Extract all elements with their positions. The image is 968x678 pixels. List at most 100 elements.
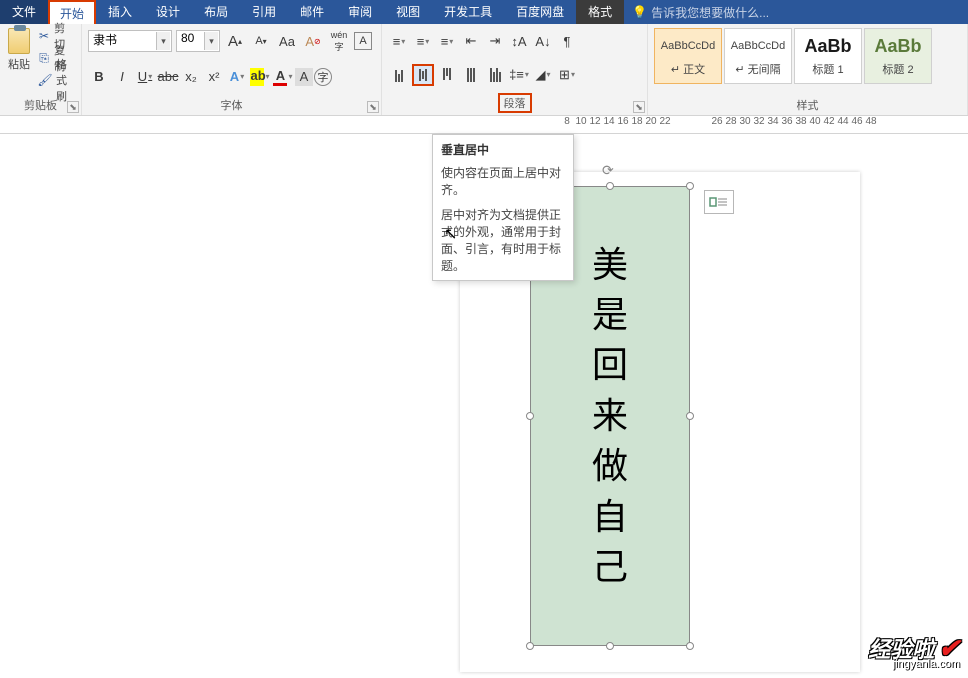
clear-format-button[interactable]: A⊘	[302, 30, 324, 52]
text-char: 回	[592, 340, 628, 390]
style-preview: AaBbCcDd	[661, 31, 715, 61]
style-preview: AaBb	[804, 31, 851, 61]
superscript-button[interactable]: x²	[203, 66, 225, 88]
style-preview: AaBb	[874, 31, 921, 61]
style-label: 标题 2	[882, 61, 913, 77]
line-spacing-button[interactable]: ‡≡▾	[508, 64, 530, 86]
tab-format[interactable]: 格式	[576, 0, 624, 24]
ruler-segment-1: 810121416182022	[560, 116, 672, 133]
style-label: ↵ 正文	[671, 61, 705, 77]
rotate-handle-icon[interactable]: ⟳	[602, 162, 618, 178]
align-justify-v-button[interactable]	[460, 64, 482, 86]
resize-handle[interactable]	[686, 182, 694, 190]
chevron-down-icon: ▾	[204, 32, 218, 50]
underline-button[interactable]: U▾	[134, 66, 156, 88]
format-painter-button[interactable]: 🖌 格式刷	[36, 70, 75, 90]
char-shading-button[interactable]: A	[295, 68, 313, 86]
italic-button[interactable]: I	[111, 66, 133, 88]
bulb-icon: 💡	[632, 5, 647, 19]
resize-handle[interactable]	[526, 412, 534, 420]
tab-file[interactable]: 文件	[0, 0, 48, 24]
clipboard-group-label: 剪贴板	[6, 97, 75, 115]
tab-references[interactable]: 引用	[240, 0, 288, 24]
tab-baidu[interactable]: 百度网盘	[504, 0, 576, 24]
ribbon-tabs: 文件 开始 插入 设计 布局 引用 邮件 审阅 视图 开发工具 百度网盘 格式 …	[0, 0, 968, 24]
font-name-select[interactable]: 隶书 ▾	[88, 30, 172, 52]
text-effects-button[interactable]: A▾	[226, 66, 248, 88]
cursor-icon: ↖	[444, 224, 457, 244]
tooltip-title: 垂直居中	[441, 141, 565, 158]
tooltip-line1: 使内容在页面上居中对齐。	[441, 164, 565, 198]
copy-icon: ⎘	[38, 51, 50, 65]
styles-group-label: 样式	[654, 97, 961, 115]
align-middle-button[interactable]	[412, 64, 434, 86]
phonetic-button[interactable]: wén字	[328, 30, 350, 52]
highlight-button[interactable]: ab▾	[249, 66, 271, 88]
ribbon-body: 粘贴 ✂ 剪切 ⎘ 复制 🖌 格式刷 剪贴板 ⬊	[0, 24, 968, 116]
tab-design[interactable]: 设计	[144, 0, 192, 24]
bold-button[interactable]: B	[88, 66, 110, 88]
tell-me-label: 告诉我您想要做什么...	[651, 4, 769, 21]
font-color-button[interactable]: A▾	[272, 66, 294, 88]
align-bottom-button[interactable]	[436, 64, 458, 86]
resize-handle[interactable]	[686, 642, 694, 650]
shrink-font-button[interactable]: A▾	[250, 30, 272, 52]
sort-button[interactable]: A↓	[532, 30, 554, 52]
layout-options-button[interactable]	[704, 190, 734, 214]
grow-font-button[interactable]: A▴	[224, 30, 246, 52]
enclose-char-button[interactable]: 字	[314, 68, 332, 86]
paragraph-group-label: 段落	[498, 93, 532, 113]
multilevel-button[interactable]: ≡▾	[436, 30, 458, 52]
paste-button[interactable]: 粘贴	[6, 26, 32, 90]
scissors-icon: ✂	[38, 29, 50, 43]
numbering-button[interactable]: ≡▾	[412, 30, 434, 52]
clipboard-launcher[interactable]: ⬊	[67, 101, 79, 113]
text-char: 美	[592, 240, 628, 290]
show-marks-button[interactable]: ¶	[556, 30, 578, 52]
change-case-button[interactable]: Aa	[276, 30, 298, 52]
strikethrough-button[interactable]: abc	[157, 66, 179, 88]
style-heading1[interactable]: AaBb 标题 1	[794, 28, 862, 84]
style-label: ↵ 无间隔	[735, 61, 780, 77]
decrease-indent-button[interactable]: ⇤	[460, 30, 482, 52]
style-heading2[interactable]: AaBb 标题 2	[864, 28, 932, 84]
tooltip-vertical-center: 垂直居中 使内容在页面上居中对齐。 居中对齐为文档提供正式的外观，通常用于封面、…	[432, 134, 574, 281]
font-launcher[interactable]: ⬊	[367, 101, 379, 113]
tell-me-search[interactable]: 💡 告诉我您想要做什么...	[624, 4, 777, 21]
horizontal-ruler[interactable]: 810121416182022 262830323436384042444648	[0, 116, 968, 134]
paragraph-launcher[interactable]: ⬊	[633, 101, 645, 113]
tab-view[interactable]: 视图	[384, 0, 432, 24]
increase-indent-button[interactable]: ⇥	[484, 30, 506, 52]
borders-button[interactable]: ⊞▾	[556, 64, 578, 86]
text-char: 是	[592, 290, 628, 340]
font-size-select[interactable]: 80 ▾	[176, 30, 220, 52]
align-distribute-button[interactable]	[484, 64, 506, 86]
resize-handle[interactable]	[686, 412, 694, 420]
tooltip-line2: 居中对齐为文档提供正式的外观，通常用于封面、引言，有时用于标题。	[441, 206, 565, 274]
align-top-button[interactable]	[388, 64, 410, 86]
text-direction-button[interactable]: ↕A	[508, 30, 530, 52]
shading-button[interactable]: ◢▾	[532, 64, 554, 86]
bullets-button[interactable]: ≡▾	[388, 30, 410, 52]
tab-review[interactable]: 审阅	[336, 0, 384, 24]
font-name-value: 隶书	[93, 33, 117, 47]
style-no-spacing[interactable]: AaBbCcDd ↵ 无间隔	[724, 28, 792, 84]
text-char: 己	[592, 542, 628, 592]
font-size-value: 80	[181, 31, 194, 45]
style-label: 标题 1	[812, 61, 843, 77]
resize-handle[interactable]	[606, 182, 614, 190]
chevron-down-icon: ▾	[156, 32, 170, 50]
tab-layout[interactable]: 布局	[192, 0, 240, 24]
text-char: 做	[592, 441, 628, 491]
resize-handle[interactable]	[606, 642, 614, 650]
style-normal[interactable]: AaBbCcDd ↵ 正文	[654, 28, 722, 84]
document-canvas: 垂直居中 使内容在页面上居中对齐。 居中对齐为文档提供正式的外观，通常用于封面、…	[0, 134, 968, 674]
tab-mailings[interactable]: 邮件	[288, 0, 336, 24]
subscript-button[interactable]: x₂	[180, 66, 202, 88]
char-border-button[interactable]: A	[354, 32, 372, 50]
tab-developer[interactable]: 开发工具	[432, 0, 504, 24]
font-group-label: 字体	[88, 97, 375, 115]
tab-insert[interactable]: 插入	[96, 0, 144, 24]
style-preview: AaBbCcDd	[731, 31, 785, 61]
resize-handle[interactable]	[526, 642, 534, 650]
